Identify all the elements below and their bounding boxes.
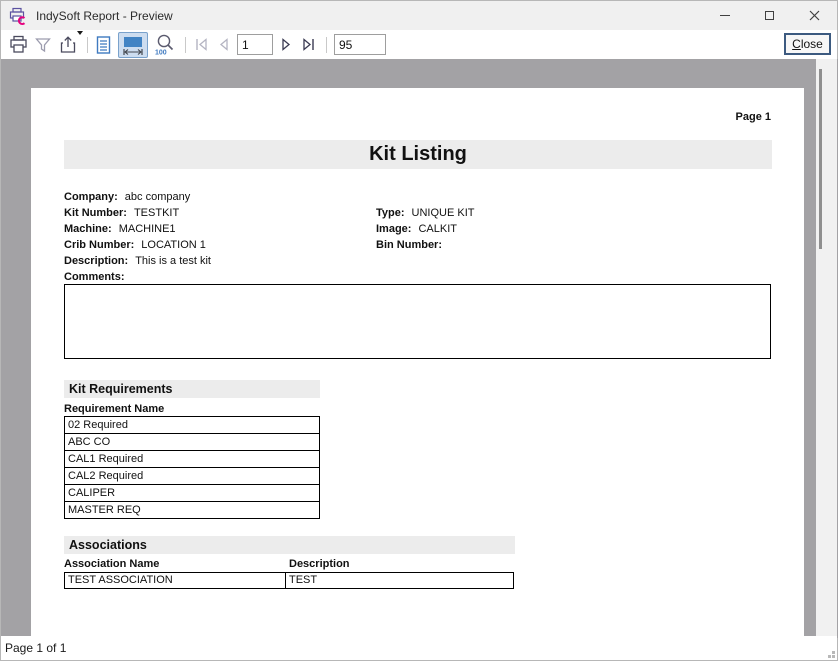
- kit-details-right: Type:UNIQUE KIT Image:CALKIT Bin Number:: [376, 205, 474, 253]
- detail-crib-number: Crib Number:LOCATION 1: [64, 237, 211, 253]
- minimize-icon[interactable]: [702, 1, 747, 30]
- status-bar: Page 1 of 1: [1, 636, 837, 660]
- detail-type: Type:UNIQUE KIT: [376, 205, 474, 221]
- window-title: IndySoft Report - Preview: [36, 9, 702, 23]
- association-name-header: Association Name: [64, 558, 159, 570]
- associations-heading: Associations: [64, 536, 515, 554]
- table-row: CAL1 Required: [64, 450, 320, 468]
- scrollbar-thumb[interactable]: [819, 69, 822, 249]
- detail-bin-number: Bin Number:: [376, 237, 474, 253]
- zoom-100-label: 100: [155, 50, 167, 57]
- first-page-icon[interactable]: [193, 32, 210, 58]
- table-row: CALIPER: [64, 484, 320, 502]
- print-icon[interactable]: [9, 32, 28, 58]
- detail-machine: Machine:MACHINE1: [64, 221, 211, 237]
- resize-grip[interactable]: [832, 655, 835, 658]
- association-name-cell: TEST ASSOCIATION: [64, 572, 286, 589]
- detail-description: Description:This is a test kit: [64, 253, 211, 269]
- prev-page-icon[interactable]: [216, 32, 231, 58]
- table-row: MASTER REQ: [64, 501, 320, 519]
- fit-to-width-icon[interactable]: [118, 32, 148, 58]
- last-page-icon[interactable]: [300, 32, 317, 58]
- title-bar: IndySoft Report - Preview: [1, 1, 837, 30]
- next-page-icon[interactable]: [279, 32, 294, 58]
- window-controls: [702, 1, 837, 30]
- detail-comments-label: Comments:: [64, 269, 211, 285]
- kit-requirements-table: 02 Required ABC CO CAL1 Required CAL2 Re…: [64, 416, 320, 519]
- toolbar-separator: [185, 37, 186, 53]
- requirement-name-header: Requirement Name: [64, 403, 164, 415]
- toolbar: 100: [1, 30, 837, 59]
- association-description-header: Description: [289, 558, 350, 570]
- toolbar-separator: [87, 37, 88, 53]
- export-icon[interactable]: [58, 32, 78, 58]
- toolbar-separator: [326, 37, 327, 53]
- vertical-scrollbar[interactable]: [816, 59, 837, 638]
- comments-box: [64, 284, 771, 359]
- indysoft-app-icon: [8, 7, 28, 25]
- page-count-status: Page 1 of 1: [5, 641, 66, 655]
- page-view-icon[interactable]: [95, 32, 112, 58]
- export-dropdown-caret-icon[interactable]: [77, 31, 83, 35]
- table-row: TEST ASSOCIATION TEST: [64, 572, 514, 589]
- page-number-label: Page 1: [736, 111, 771, 123]
- association-description-cell: TEST: [285, 572, 514, 589]
- detail-company: Company:abc company: [64, 189, 211, 205]
- kit-details-left: Company:abc company Kit Number:TESTKIT M…: [64, 189, 211, 285]
- table-row: CAL2 Required: [64, 467, 320, 485]
- close-window-icon[interactable]: [792, 1, 837, 30]
- close-button[interactable]: Close: [784, 33, 831, 55]
- maximize-icon[interactable]: [747, 1, 792, 30]
- report-preview-area[interactable]: Page 1 Kit Listing Company:abc company K…: [1, 59, 838, 638]
- table-row: 02 Required: [64, 416, 320, 434]
- zoom-100-icon[interactable]: 100: [154, 32, 176, 58]
- kit-requirements-heading: Kit Requirements: [64, 380, 320, 398]
- filter-icon[interactable]: [34, 32, 52, 58]
- report-preview-window: IndySoft Report - Preview: [0, 0, 838, 661]
- page-number-input[interactable]: [237, 34, 273, 55]
- zoom-percent-input[interactable]: [334, 34, 386, 55]
- report-title: Kit Listing: [64, 140, 772, 169]
- detail-image: Image:CALKIT: [376, 221, 474, 237]
- table-row: ABC CO: [64, 433, 320, 451]
- detail-kit-number: Kit Number:TESTKIT: [64, 205, 211, 221]
- report-page: Page 1 Kit Listing Company:abc company K…: [31, 88, 804, 638]
